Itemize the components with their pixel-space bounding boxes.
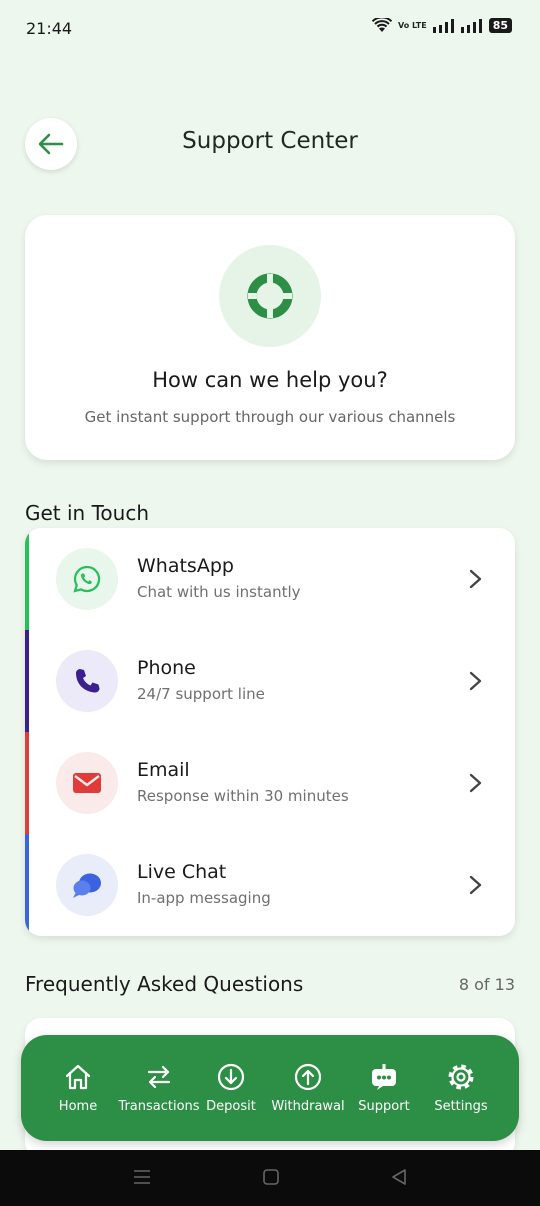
chevron-right-icon [469, 875, 482, 895]
chevron-right-icon [469, 671, 482, 691]
menu-lines-icon [134, 1170, 150, 1184]
faq-count: 8 of 13 [458, 975, 515, 994]
whatsapp-icon [73, 565, 101, 593]
hero-subtitle: Get instant support through our various … [84, 408, 456, 426]
contact-item-phone[interactable]: Phone 24/7 support line [25, 630, 515, 732]
signal-icon [432, 18, 454, 33]
status-time: 21:44 [26, 19, 73, 38]
bottom-nav: Home Transactions Deposit Withdrawal Sup… [21, 1035, 519, 1141]
nav-support[interactable]: Support [355, 1061, 413, 1114]
wifi-icon [371, 18, 392, 32]
chevron-right-icon [469, 569, 482, 589]
nav-label: Settings [434, 1099, 488, 1114]
contact-desc: 24/7 support line [137, 685, 265, 703]
home-button[interactable] [262, 1168, 280, 1190]
help-hero-card: How can we help you? Get instant support… [25, 215, 515, 460]
recents-button[interactable] [132, 1168, 152, 1190]
faq-section-title: Frequently Asked Questions [25, 972, 304, 996]
contact-desc: In-app messaging [137, 889, 271, 907]
home-icon [65, 1064, 91, 1090]
contact-name: Live Chat [137, 861, 227, 883]
contact-name: Phone [137, 657, 196, 679]
robot-icon [372, 1064, 396, 1090]
download-circle-icon [217, 1063, 245, 1091]
accent-bar [25, 528, 29, 630]
mail-icon-badge [56, 752, 118, 814]
arrows-swap-icon [147, 1065, 171, 1089]
lifebuoy-badge [219, 245, 321, 347]
status-bar: 21:44 Vo LTE 85 [0, 0, 540, 60]
signal-icon-2 [460, 18, 482, 33]
gear-icon [448, 1064, 474, 1090]
contact-item-live-chat[interactable]: Live Chat In-app messaging [25, 834, 515, 936]
contact-list: WhatsApp Chat with us instantly Phone 24… [25, 528, 515, 936]
accent-bar [25, 630, 29, 732]
chat-bubble-icon [73, 873, 101, 898]
system-nav-bar [0, 1150, 540, 1206]
nav-label: Support [358, 1099, 410, 1114]
whatsapp-icon-badge [56, 548, 118, 610]
accent-bar [25, 732, 29, 834]
nav-withdrawal[interactable]: Withdrawal [270, 1061, 346, 1114]
page-title: Support Center [182, 128, 358, 154]
contact-item-email[interactable]: Email Response within 30 minutes [25, 732, 515, 834]
contact-section-title: Get in Touch [25, 501, 149, 525]
nav-settings[interactable]: Settings [429, 1061, 493, 1114]
contact-name: Email [137, 759, 190, 781]
contact-item-whatsapp[interactable]: WhatsApp Chat with us instantly [25, 528, 515, 630]
nav-label: Home [58, 1099, 98, 1114]
accent-bar [25, 834, 29, 936]
mail-icon [73, 773, 101, 793]
nav-transactions[interactable]: Transactions [115, 1061, 203, 1114]
nav-deposit[interactable]: Deposit [201, 1061, 261, 1114]
chevron-right-icon [469, 773, 482, 793]
nav-label: Deposit [206, 1099, 256, 1114]
phone-icon [76, 669, 100, 693]
battery-indicator: 85 [488, 18, 512, 33]
contact-desc: Chat with us instantly [137, 583, 301, 601]
hero-title: How can we help you? [152, 368, 388, 392]
nav-label: Withdrawal [271, 1099, 345, 1114]
phone-icon-badge [56, 650, 118, 712]
nav-home[interactable]: Home [39, 1061, 117, 1114]
contact-desc: Response within 30 minutes [137, 787, 349, 805]
lifebuoy-icon [247, 273, 293, 319]
upload-circle-icon [294, 1063, 322, 1091]
nav-label: Transactions [118, 1099, 200, 1114]
contact-name: WhatsApp [137, 555, 234, 577]
back-system-button[interactable] [390, 1168, 408, 1190]
square-icon [263, 1169, 279, 1185]
chat-icon-badge [56, 854, 118, 916]
triangle-back-icon [392, 1169, 406, 1185]
volte-indicator: Vo LTE [397, 20, 427, 30]
